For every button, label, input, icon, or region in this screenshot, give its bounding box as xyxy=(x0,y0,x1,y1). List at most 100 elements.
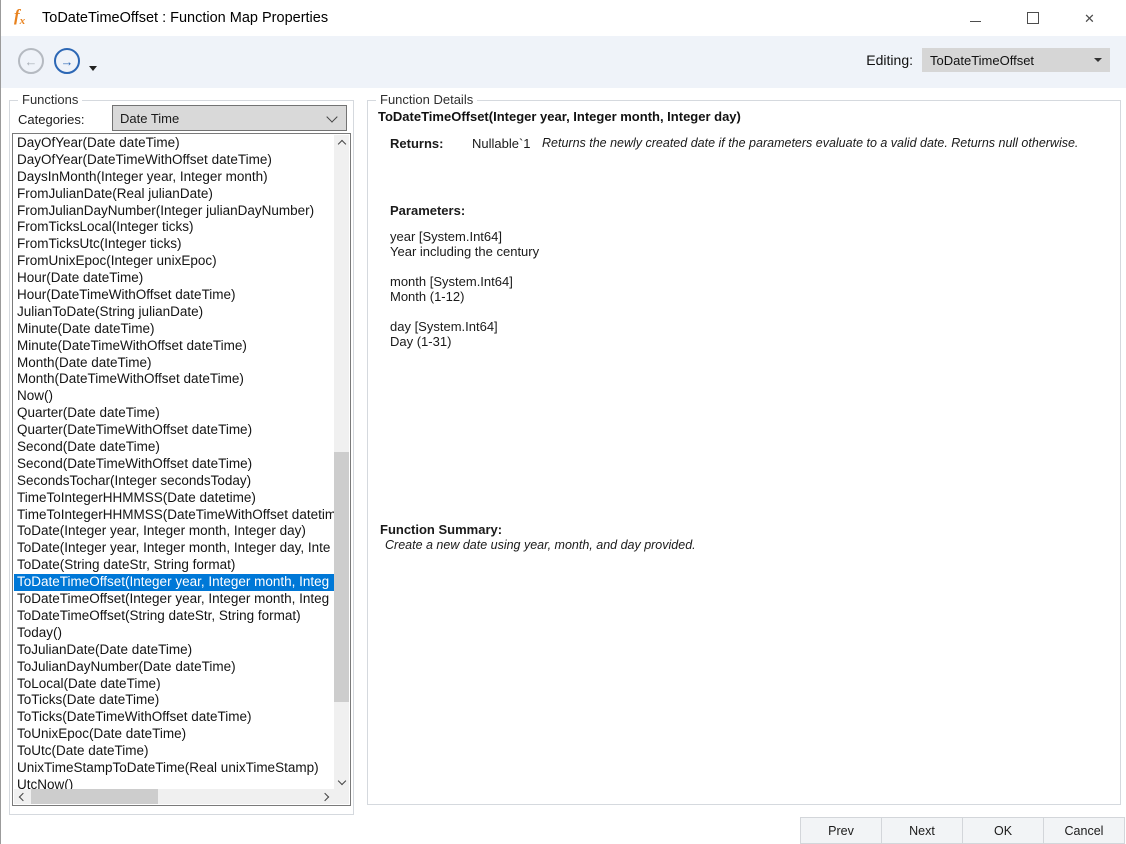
horizontal-scrollbar-thumb[interactable] xyxy=(31,789,158,804)
list-item[interactable]: DayOfYear(DateTimeWithOffset dateTime) xyxy=(14,152,334,169)
editing-combobox[interactable]: ToDateTimeOffset xyxy=(922,48,1110,72)
categories-combobox-value: Date Time xyxy=(120,111,179,126)
list-item[interactable]: Today() xyxy=(14,625,334,642)
scrollbar-corner xyxy=(334,789,349,804)
next-button[interactable]: Next xyxy=(881,817,963,844)
chevron-right-icon xyxy=(321,792,329,800)
list-item[interactable]: ToDate(Integer year, Integer month, Inte… xyxy=(14,523,334,540)
list-item[interactable]: ToTicks(Date dateTime) xyxy=(14,692,334,709)
list-item[interactable]: FromTicksUtc(Integer ticks) xyxy=(14,236,334,253)
ok-button[interactable]: OK xyxy=(962,817,1044,844)
back-icon: ← xyxy=(25,54,38,69)
parameter-entry: day [System.Int64]Day (1-31) xyxy=(390,319,539,349)
editing-combobox-value: ToDateTimeOffset xyxy=(930,53,1034,68)
forward-icon: → xyxy=(61,54,74,69)
list-item[interactable]: ToLocal(Date dateTime) xyxy=(14,676,334,693)
returns-label: Returns: xyxy=(390,136,443,151)
list-item[interactable]: TimeToIntegerHHMMSS(DateTimeWithOffset d… xyxy=(14,507,334,524)
back-button[interactable]: ← xyxy=(18,48,44,74)
function-listbox: DayOfYear(Date dateTime)DayOfYear(DateTi… xyxy=(12,133,351,806)
list-item[interactable]: ToTicks(DateTimeWithOffset dateTime) xyxy=(14,709,334,726)
dialog-window: fx ToDateTimeOffset : Function Map Prope… xyxy=(0,0,1126,844)
list-item[interactable]: ToDate(Integer year, Integer month, Inte… xyxy=(14,540,334,557)
returns-type: Nullable`1 xyxy=(472,136,531,151)
title-bar: fx ToDateTimeOffset : Function Map Prope… xyxy=(1,0,1126,36)
list-item[interactable]: Hour(DateTimeWithOffset dateTime) xyxy=(14,287,334,304)
parameter-description: Year including the century xyxy=(390,244,539,259)
list-item[interactable]: FromJulianDayNumber(Integer julianDayNum… xyxy=(14,203,334,220)
parameter-entry: year [System.Int64]Year including the ce… xyxy=(390,229,539,259)
scroll-left-button[interactable] xyxy=(14,789,29,804)
list-item[interactable]: UnixTimeStampToDateTime(Real unixTimeSta… xyxy=(14,760,334,777)
close-button[interactable]: ✕ xyxy=(1061,0,1118,36)
function-list-items: DayOfYear(Date dateTime)DayOfYear(DateTi… xyxy=(14,135,334,789)
vertical-scrollbar[interactable] xyxy=(334,135,349,789)
list-item[interactable]: ToDateTimeOffset(Integer year, Integer m… xyxy=(14,574,334,591)
minimize-button[interactable] xyxy=(947,0,1004,36)
list-item[interactable]: UtcNow() xyxy=(14,777,334,789)
list-item[interactable]: ToUnixEpoc(Date dateTime) xyxy=(14,726,334,743)
footer-buttons: PrevNextOKCancel xyxy=(800,817,1125,844)
forward-button[interactable]: → xyxy=(54,48,80,74)
list-item[interactable]: Quarter(Date dateTime) xyxy=(14,405,334,422)
scroll-up-button[interactable] xyxy=(334,135,349,150)
list-item[interactable]: ToDateTimeOffset(Integer year, Integer m… xyxy=(14,591,334,608)
chevron-down-icon xyxy=(1094,58,1102,62)
horizontal-scrollbar[interactable] xyxy=(14,789,334,804)
parameter-description: Month (1-12) xyxy=(390,289,539,304)
list-item[interactable]: FromUnixEpoc(Integer unixEpoc) xyxy=(14,253,334,270)
list-item[interactable]: ToDate(String dateStr, String format) xyxy=(14,557,334,574)
function-signature: ToDateTimeOffset(Integer year, Integer m… xyxy=(378,109,741,124)
list-item[interactable]: ToUtc(Date dateTime) xyxy=(14,743,334,760)
window-title: ToDateTimeOffset : Function Map Properti… xyxy=(42,0,328,36)
list-item[interactable]: ToDateTimeOffset(String dateStr, String … xyxy=(14,608,334,625)
parameters-label: Parameters: xyxy=(390,203,465,218)
list-item[interactable]: ToJulianDate(Date dateTime) xyxy=(14,642,334,659)
categories-label: Categories: xyxy=(18,112,84,127)
parameter-entry: month [System.Int64]Month (1-12) xyxy=(390,274,539,304)
vertical-scrollbar-thumb[interactable] xyxy=(334,452,349,702)
minimize-icon xyxy=(970,21,981,22)
function-details-legend: Function Details xyxy=(376,92,477,107)
list-item[interactable]: FromTicksLocal(Integer ticks) xyxy=(14,219,334,236)
chevron-up-icon xyxy=(337,140,345,148)
list-item[interactable]: SecondsTochar(Integer secondsToday) xyxy=(14,473,334,490)
parameters-list: year [System.Int64]Year including the ce… xyxy=(390,229,539,364)
function-summary-label: Function Summary: xyxy=(380,522,502,537)
list-item[interactable]: FromJulianDate(Real julianDate) xyxy=(14,186,334,203)
list-item[interactable]: DayOfYear(Date dateTime) xyxy=(14,135,334,152)
list-item[interactable]: Hour(Date dateTime) xyxy=(14,270,334,287)
list-item[interactable]: Second(DateTimeWithOffset dateTime) xyxy=(14,456,334,473)
list-item[interactable]: Now() xyxy=(14,388,334,405)
returns-description: Returns the newly created date if the pa… xyxy=(542,136,1124,151)
parameter-name: month [System.Int64] xyxy=(390,274,539,289)
list-item[interactable]: JulianToDate(String julianDate) xyxy=(14,304,334,321)
list-item[interactable]: Second(Date dateTime) xyxy=(14,439,334,456)
scroll-down-button[interactable] xyxy=(334,774,349,789)
parameter-description: Day (1-31) xyxy=(390,334,539,349)
list-item[interactable]: Month(Date dateTime) xyxy=(14,355,334,372)
list-item[interactable]: ToJulianDayNumber(Date dateTime) xyxy=(14,659,334,676)
list-item[interactable]: Minute(Date dateTime) xyxy=(14,321,334,338)
list-item[interactable]: TimeToIntegerHHMMSS(Date datetime) xyxy=(14,490,334,507)
function-icon: fx xyxy=(14,6,25,27)
maximize-button[interactable] xyxy=(1004,0,1061,36)
categories-combobox[interactable]: Date Time xyxy=(112,105,347,131)
list-item[interactable]: Month(DateTimeWithOffset dateTime) xyxy=(14,371,334,388)
editing-label: Editing: xyxy=(866,52,913,68)
maximize-icon xyxy=(1027,12,1039,24)
list-item[interactable]: DaysInMonth(Integer year, Integer month) xyxy=(14,169,334,186)
scroll-right-button[interactable] xyxy=(319,789,334,804)
chevron-down-icon xyxy=(337,776,345,784)
editing-control: Editing: ToDateTimeOffset xyxy=(866,48,1110,72)
window-controls: ✕ xyxy=(947,0,1118,36)
close-icon: ✕ xyxy=(1084,12,1095,25)
function-details-group: Function Details ToDateTimeOffset(Intege… xyxy=(367,100,1121,805)
list-item[interactable]: Minute(DateTimeWithOffset dateTime) xyxy=(14,338,334,355)
chevron-down-icon xyxy=(326,111,337,122)
prev-button[interactable]: Prev xyxy=(800,817,882,844)
list-item[interactable]: Quarter(DateTimeWithOffset dateTime) xyxy=(14,422,334,439)
forward-dropdown-caret-icon[interactable] xyxy=(89,66,97,71)
functions-group-legend: Functions xyxy=(18,92,82,107)
cancel-button[interactable]: Cancel xyxy=(1043,817,1125,844)
